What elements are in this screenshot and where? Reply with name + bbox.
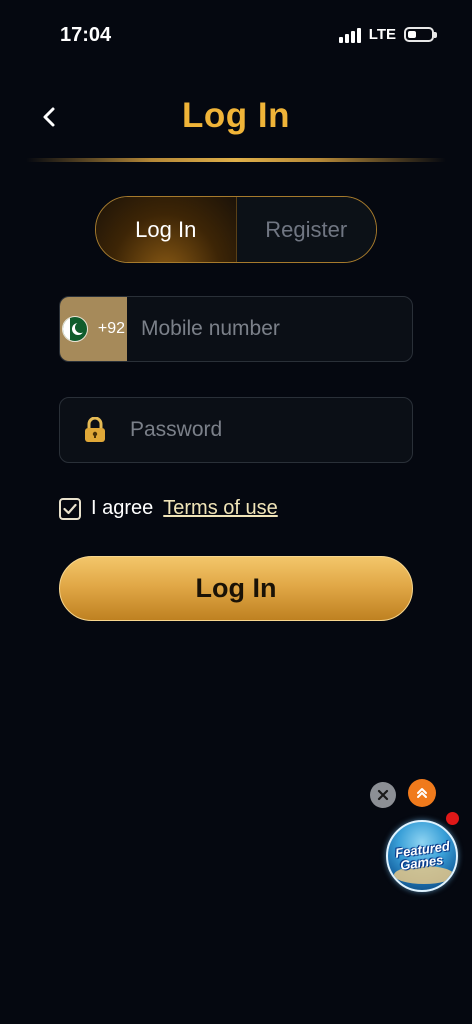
status-bar: 17:04 LTE (0, 0, 472, 70)
checkmark-icon (63, 503, 77, 514)
tab-register[interactable]: Register (236, 197, 376, 262)
auth-tab-switch: Log In Register (95, 196, 377, 263)
battery-level (408, 31, 416, 38)
password-field (59, 397, 413, 463)
status-time: 17:04 (60, 24, 112, 46)
terms-agreement: I agree Terms of use (59, 497, 278, 520)
double-chevron-up-icon (417, 788, 427, 798)
country-code: +92 (97, 320, 126, 337)
tab-login[interactable]: Log In (96, 197, 237, 262)
password-input[interactable] (130, 398, 412, 462)
network-type: LTE (368, 26, 396, 43)
login-submit-button[interactable]: Log In (59, 556, 413, 621)
country-code-selector[interactable]: +92 (60, 297, 127, 361)
page-title: Log In (182, 96, 290, 135)
mobile-number-input[interactable] (127, 297, 412, 361)
agree-checkbox[interactable] (59, 497, 81, 520)
header-divider (26, 158, 446, 162)
battery-icon (404, 27, 437, 42)
login-screen: 17:04 LTE Log In Log In Register +92 Mob… (0, 0, 472, 1024)
notification-dot (446, 812, 459, 825)
close-floating-button[interactable] (370, 782, 396, 808)
pakistan-flag-icon (61, 316, 88, 342)
phone-field: +92 (59, 296, 413, 362)
close-icon (377, 789, 389, 801)
lock-icon (60, 398, 130, 462)
status-indicators: LTE (338, 26, 437, 43)
expand-floating-button[interactable] (408, 779, 436, 807)
agree-label: I agree (91, 497, 154, 519)
featured-games-button[interactable]: Featured Games (386, 820, 458, 892)
signal-icon (338, 27, 361, 43)
terms-of-use-link[interactable]: Terms of use (163, 497, 277, 520)
